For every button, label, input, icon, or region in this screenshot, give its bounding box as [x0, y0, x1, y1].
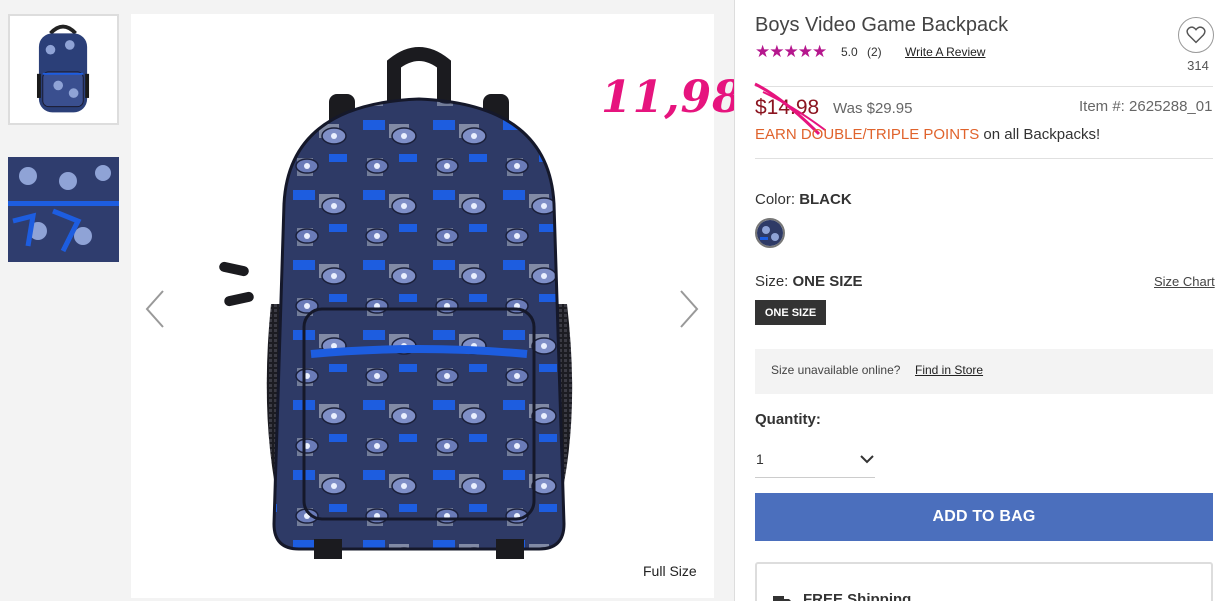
product-details-panel: Boys Video Game Backpack ★★★★★ 5.0 (2) W… [735, 0, 1217, 601]
heart-icon [1186, 26, 1206, 44]
favorite-count: 314 [1187, 58, 1209, 73]
next-image-arrow-icon[interactable] [677, 289, 701, 329]
find-in-store-link[interactable]: Find in Store [915, 363, 983, 377]
rating-stars-icon[interactable]: ★★★★★ [755, 42, 827, 62]
previous-image-arrow-icon[interactable] [143, 289, 167, 329]
color-label-text: Color: [755, 191, 800, 208]
thumbnail-front[interactable] [8, 14, 119, 125]
color-label: Color: BLACK [755, 191, 852, 208]
divider [755, 158, 1213, 159]
promo-message: EARN DOUBLE/TRIPLE POINTS on all Backpac… [755, 126, 1100, 143]
product-page: 11,98 Full Size Boys Video Game Backpack… [0, 0, 1217, 601]
size-unavailable-box: Size unavailable online? Find in Store [755, 349, 1213, 394]
promo-highlight: EARN DOUBLE/TRIPLE POINTS [755, 126, 980, 143]
size-unavailable-text: Size unavailable online? [771, 363, 901, 377]
item-number: Item #: 2625288_01 [1079, 98, 1213, 115]
size-label: Size: ONE SIZE [755, 273, 863, 290]
free-shipping-text: FREE Shipping [803, 591, 912, 601]
favorite-button[interactable] [1178, 17, 1214, 53]
quantity-label-text: Quantity: [755, 411, 821, 428]
thumbnail-detail[interactable] [8, 151, 119, 262]
size-chart-link[interactable]: Size Chart [1154, 274, 1215, 289]
original-price: Was $29.95 [833, 100, 913, 117]
color-value: BLACK [799, 191, 852, 208]
chevron-down-icon [860, 455, 874, 464]
backpack-detail-image [8, 151, 119, 262]
color-swatch-black[interactable] [755, 218, 785, 248]
quantity-value: 1 [756, 451, 764, 467]
rating-value: 5.0 [841, 45, 858, 59]
truck-icon [773, 596, 791, 601]
write-review-link[interactable]: Write A Review [905, 45, 985, 59]
size-label-text: Size: [755, 273, 793, 290]
shipping-info-box: FREE Shipping [755, 562, 1213, 601]
backpack-image [219, 47, 573, 559]
handwritten-price-annotation: 11,98 [601, 72, 744, 123]
size-option-button[interactable]: ONE SIZE [755, 300, 826, 325]
size-value: ONE SIZE [792, 273, 863, 290]
review-count[interactable]: (2) [867, 45, 882, 59]
backpack-thumbnail-image [10, 16, 117, 123]
promo-rest: on all Backpacks! [979, 126, 1101, 143]
quantity-label: Quantity: [755, 411, 821, 428]
full-size-link[interactable]: Full Size [643, 563, 697, 579]
add-to-bag-button[interactable]: ADD TO BAG [755, 493, 1213, 541]
product-title: Boys Video Game Backpack [755, 14, 1009, 36]
quantity-select[interactable]: 1 [755, 442, 875, 478]
swatch-pattern-icon [757, 220, 783, 246]
main-product-image[interactable]: 11,98 Full Size [131, 14, 743, 598]
